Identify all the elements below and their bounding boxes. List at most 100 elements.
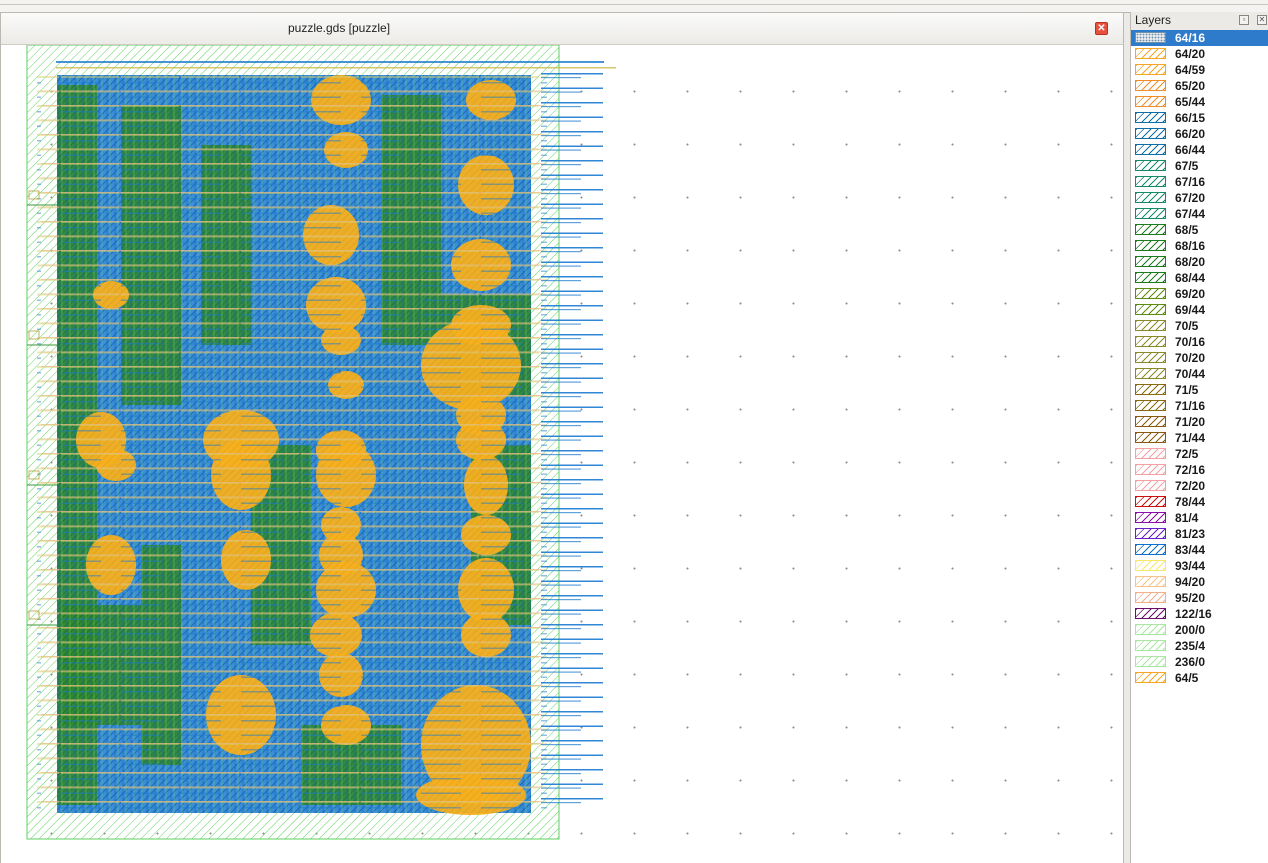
layer-swatch xyxy=(1135,336,1166,347)
layer-name: 72/20 xyxy=(1175,479,1206,493)
pin-label xyxy=(541,106,581,108)
pin-label xyxy=(541,450,603,452)
layer-name: 71/16 xyxy=(1175,399,1206,413)
layer-row[interactable]: 235/4 xyxy=(1131,638,1268,654)
layer-row[interactable]: 66/20 xyxy=(1131,126,1268,142)
layout-canvas[interactable] xyxy=(1,45,1123,863)
layer-name: 68/44 xyxy=(1175,271,1206,285)
pin-label xyxy=(541,551,603,553)
layer-row[interactable]: 68/5 xyxy=(1131,222,1268,238)
layer-row[interactable]: 78/44 xyxy=(1131,494,1268,510)
layer-name: 67/44 xyxy=(1175,207,1206,221)
pin-label xyxy=(541,73,603,75)
layer-row[interactable]: 67/44 xyxy=(1131,206,1268,222)
layer-row[interactable]: 64/16 xyxy=(1131,30,1268,46)
pin-label xyxy=(541,305,603,307)
layer-swatch xyxy=(1135,480,1166,491)
document-title-bar: puzzle.gds [puzzle] ✕ xyxy=(1,13,1123,45)
layer-row[interactable]: 70/16 xyxy=(1131,334,1268,350)
layer-row[interactable]: 69/44 xyxy=(1131,302,1268,318)
layer-row[interactable]: 70/20 xyxy=(1131,350,1268,366)
layer-swatch xyxy=(1135,272,1166,283)
layer-name: 68/16 xyxy=(1175,239,1206,253)
pin-label xyxy=(541,628,581,630)
layer-name: 71/5 xyxy=(1175,383,1199,397)
top-label xyxy=(56,67,616,69)
float-icon[interactable]: ▫ xyxy=(1239,15,1249,25)
layer-swatch xyxy=(1135,608,1166,619)
document-title: puzzle.gds [puzzle] xyxy=(287,21,391,35)
layer-name: 235/4 xyxy=(1175,639,1206,653)
pin-label xyxy=(541,802,581,804)
layer-row[interactable]: 66/44 xyxy=(1131,142,1268,158)
layer-row[interactable]: 66/15 xyxy=(1131,110,1268,126)
layer-row[interactable]: 71/16 xyxy=(1131,398,1268,414)
toolbar-divider xyxy=(0,4,1268,5)
layer-row[interactable]: 81/23 xyxy=(1131,526,1268,542)
layer-swatch xyxy=(1135,176,1166,187)
layer-name: 66/20 xyxy=(1175,127,1206,141)
layer-row[interactable]: 72/16 xyxy=(1131,462,1268,478)
layer-row[interactable]: 94/20 xyxy=(1131,574,1268,590)
pin-label xyxy=(541,116,603,118)
layer-name: 64/59 xyxy=(1175,63,1206,77)
layer-list: 64/16 64/20 64/59 65/20 65/44 66/15 66/20 66/44… xyxy=(1131,30,1268,686)
layout-view[interactable] xyxy=(1,45,1123,863)
layer-row[interactable]: 67/5 xyxy=(1131,158,1268,174)
close-icon[interactable]: ✕ xyxy=(1257,15,1267,25)
layer-row[interactable]: 68/16 xyxy=(1131,238,1268,254)
layers-panel-header: Layers ▫ ✕ xyxy=(1131,12,1268,30)
pin-label xyxy=(541,497,581,499)
layer-swatch xyxy=(1135,624,1166,635)
layer-row[interactable]: 71/5 xyxy=(1131,382,1268,398)
pin-label xyxy=(541,744,581,746)
layer-row[interactable]: 68/44 xyxy=(1131,270,1268,286)
layer-swatch xyxy=(1135,544,1166,555)
pin-label xyxy=(541,294,581,296)
layer-row[interactable]: 236/0 xyxy=(1131,654,1268,670)
layer-row[interactable]: 65/20 xyxy=(1131,78,1268,94)
layer-name: 81/23 xyxy=(1175,527,1206,541)
layer-row[interactable]: 122/16 xyxy=(1131,606,1268,622)
pin-label xyxy=(541,464,603,466)
pin-label xyxy=(541,624,603,626)
layer-row[interactable]: 69/20 xyxy=(1131,286,1268,302)
layer-row[interactable]: 68/20 xyxy=(1131,254,1268,270)
layer-name: 67/5 xyxy=(1175,159,1199,173)
layer-swatch xyxy=(1135,400,1166,411)
label-rows xyxy=(37,75,547,815)
layer-row[interactable]: 71/44 xyxy=(1131,430,1268,446)
layer-row[interactable]: 81/4 xyxy=(1131,510,1268,526)
layer-name: 94/20 xyxy=(1175,575,1206,589)
layer-row[interactable]: 64/20 xyxy=(1131,46,1268,62)
layer-row[interactable]: 65/44 xyxy=(1131,94,1268,110)
layer-name: 64/20 xyxy=(1175,47,1206,61)
layer-row[interactable]: 64/59 xyxy=(1131,62,1268,78)
layer-name: 70/20 xyxy=(1175,351,1206,365)
layer-name: 71/20 xyxy=(1175,415,1206,429)
layer-row[interactable]: 93/44 xyxy=(1131,558,1268,574)
pin-label xyxy=(541,512,581,514)
layers-panel-title: Layers xyxy=(1135,13,1172,27)
layer-name: 95/20 xyxy=(1175,591,1206,605)
close-icon[interactable]: ✕ xyxy=(1095,22,1108,35)
pin-label xyxy=(541,334,603,336)
layer-row[interactable]: 70/5 xyxy=(1131,318,1268,334)
layer-swatch xyxy=(1135,640,1166,651)
layer-row[interactable]: 200/0 xyxy=(1131,622,1268,638)
pin-label xyxy=(541,479,603,481)
layer-name: 70/44 xyxy=(1175,367,1206,381)
layer-row[interactable]: 70/44 xyxy=(1131,366,1268,382)
layer-row[interactable]: 64/5 xyxy=(1131,670,1268,686)
layer-row[interactable]: 83/44 xyxy=(1131,542,1268,558)
layer-swatch xyxy=(1135,656,1166,667)
layer-row[interactable]: 67/16 xyxy=(1131,174,1268,190)
pin-label xyxy=(541,609,603,611)
layer-row[interactable]: 95/20 xyxy=(1131,590,1268,606)
layer-row[interactable]: 71/20 xyxy=(1131,414,1268,430)
layer-swatch xyxy=(1135,512,1166,523)
layer-row[interactable]: 72/5 xyxy=(1131,446,1268,462)
layer-row[interactable]: 72/20 xyxy=(1131,478,1268,494)
pin-label xyxy=(541,406,603,408)
layer-row[interactable]: 67/20 xyxy=(1131,190,1268,206)
